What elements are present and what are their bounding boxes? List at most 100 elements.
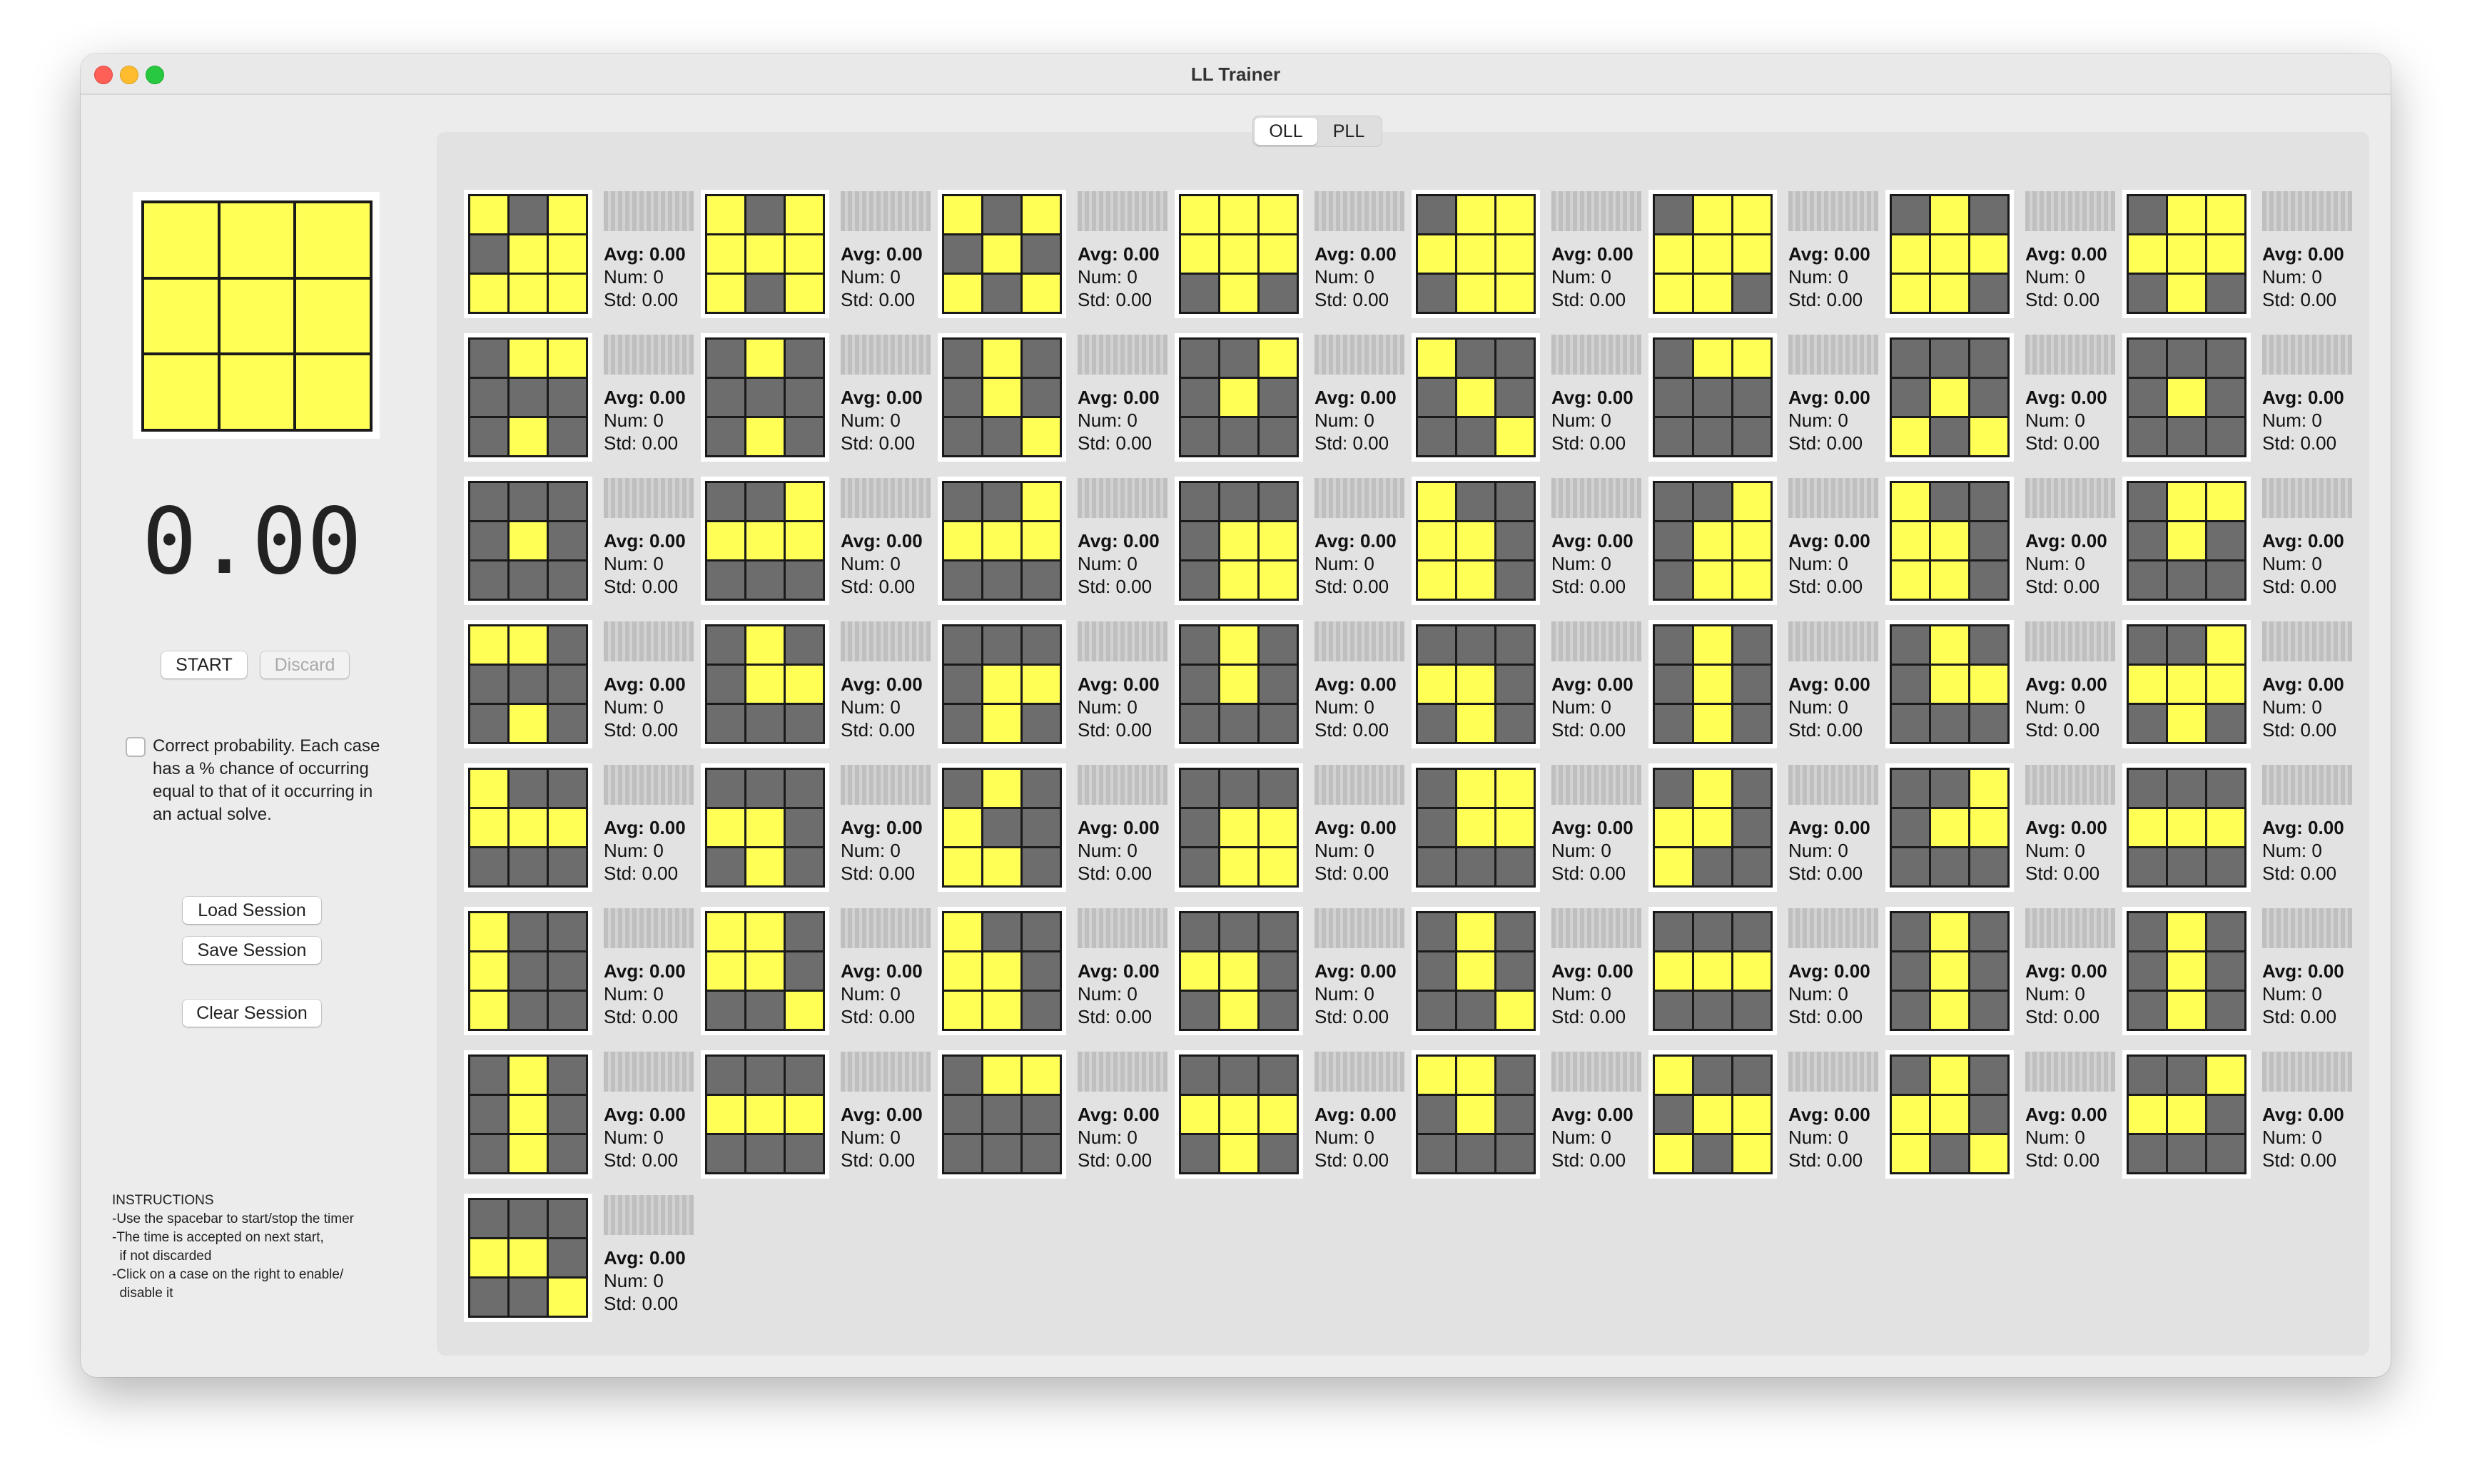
case-pattern[interactable] <box>1412 620 1540 748</box>
case-tile[interactable]: Avg: 0.00 Num: 0 Std: 0.00 <box>1175 1050 1410 1179</box>
case-tile[interactable]: Avg: 0.00 Num: 0 Std: 0.00 <box>1885 763 2121 892</box>
case-pattern[interactable] <box>1412 907 1540 1035</box>
case-tile[interactable]: Avg: 0.00 Num: 0 Std: 0.00 <box>1885 907 2121 1035</box>
case-pattern[interactable] <box>1175 907 1303 1035</box>
case-tile[interactable]: Avg: 0.00 Num: 0 Std: 0.00 <box>1648 1050 1884 1179</box>
case-pattern[interactable] <box>938 477 1066 605</box>
case-tile[interactable]: Avg: 0.00 Num: 0 Std: 0.00 <box>1648 907 1884 1035</box>
correct-probability-checkbox[interactable] <box>126 737 146 757</box>
case-pattern[interactable] <box>1648 763 1777 892</box>
case-pattern[interactable] <box>1648 190 1777 318</box>
case-tile[interactable]: Avg: 0.00 Num: 0 Std: 0.00 <box>2122 907 2358 1035</box>
case-tile[interactable]: Avg: 0.00 Num: 0 Std: 0.00 <box>701 190 936 318</box>
case-pattern[interactable] <box>701 477 829 605</box>
case-tile[interactable]: Avg: 0.00 Num: 0 Std: 0.00 <box>938 190 1173 318</box>
case-pattern[interactable] <box>701 763 829 892</box>
case-pattern[interactable] <box>1885 477 2014 605</box>
start-button[interactable]: START <box>161 651 247 679</box>
case-tile[interactable]: Avg: 0.00 Num: 0 Std: 0.00 <box>701 1050 936 1179</box>
case-tile[interactable]: Avg: 0.00 Num: 0 Std: 0.00 <box>1412 477 1647 605</box>
case-tile[interactable]: Avg: 0.00 Num: 0 Std: 0.00 <box>1885 333 2121 462</box>
case-pattern[interactable] <box>464 333 592 462</box>
case-pattern[interactable] <box>464 907 592 1035</box>
case-tile[interactable]: Avg: 0.00 Num: 0 Std: 0.00 <box>464 333 699 462</box>
case-pattern[interactable] <box>2122 620 2251 748</box>
case-tile[interactable]: Avg: 0.00 Num: 0 Std: 0.00 <box>701 620 936 748</box>
case-pattern[interactable] <box>1412 763 1540 892</box>
case-pattern[interactable] <box>1885 333 2014 462</box>
case-pattern[interactable] <box>1885 620 2014 748</box>
case-tile[interactable]: Avg: 0.00 Num: 0 Std: 0.00 <box>1175 907 1410 1035</box>
case-tile[interactable]: Avg: 0.00 Num: 0 Std: 0.00 <box>2122 1050 2358 1179</box>
case-tile[interactable]: Avg: 0.00 Num: 0 Std: 0.00 <box>938 477 1173 605</box>
case-tile[interactable]: Avg: 0.00 Num: 0 Std: 0.00 <box>1648 620 1884 748</box>
case-pattern[interactable] <box>1648 333 1777 462</box>
case-tile[interactable]: Avg: 0.00 Num: 0 Std: 0.00 <box>938 907 1173 1035</box>
case-tile[interactable]: Avg: 0.00 Num: 0 Std: 0.00 <box>2122 333 2358 462</box>
case-tile[interactable]: Avg: 0.00 Num: 0 Std: 0.00 <box>701 477 936 605</box>
case-tile[interactable]: Avg: 0.00 Num: 0 Std: 0.00 <box>1412 907 1647 1035</box>
case-tile[interactable]: Avg: 0.00 Num: 0 Std: 0.00 <box>701 333 936 462</box>
case-pattern[interactable] <box>1648 620 1777 748</box>
case-pattern[interactable] <box>1885 907 2014 1035</box>
case-pattern[interactable] <box>701 1050 829 1179</box>
case-pattern[interactable] <box>2122 763 2251 892</box>
case-pattern[interactable] <box>464 190 592 318</box>
case-tile[interactable]: Avg: 0.00 Num: 0 Std: 0.00 <box>1412 190 1647 318</box>
case-tile[interactable]: Avg: 0.00 Num: 0 Std: 0.00 <box>1648 763 1884 892</box>
case-tile[interactable]: Avg: 0.00 Num: 0 Std: 0.00 <box>1412 620 1647 748</box>
case-tile[interactable]: Avg: 0.00 Num: 0 Std: 0.00 <box>2122 477 2358 605</box>
case-pattern[interactable] <box>1175 477 1303 605</box>
case-tile[interactable]: Avg: 0.00 Num: 0 Std: 0.00 <box>938 620 1173 748</box>
case-pattern[interactable] <box>938 763 1066 892</box>
case-pattern[interactable] <box>938 1050 1066 1179</box>
case-pattern[interactable] <box>1175 333 1303 462</box>
case-pattern[interactable] <box>701 333 829 462</box>
case-tile[interactable]: Avg: 0.00 Num: 0 Std: 0.00 <box>938 333 1173 462</box>
case-tile[interactable]: Avg: 0.00 Num: 0 Std: 0.00 <box>1648 190 1884 318</box>
case-pattern[interactable] <box>1885 763 2014 892</box>
case-tile[interactable]: Avg: 0.00 Num: 0 Std: 0.00 <box>1885 1050 2121 1179</box>
case-pattern[interactable] <box>938 620 1066 748</box>
case-tile[interactable]: Avg: 0.00 Num: 0 Std: 0.00 <box>1885 620 2121 748</box>
case-pattern[interactable] <box>2122 477 2251 605</box>
case-pattern[interactable] <box>1885 1050 2014 1179</box>
case-pattern[interactable] <box>1412 190 1540 318</box>
case-tile[interactable]: Avg: 0.00 Num: 0 Std: 0.00 <box>1175 763 1410 892</box>
case-pattern[interactable] <box>2122 1050 2251 1179</box>
case-tile[interactable]: Avg: 0.00 Num: 0 Std: 0.00 <box>1412 1050 1647 1179</box>
case-tile[interactable]: Avg: 0.00 Num: 0 Std: 0.00 <box>938 763 1173 892</box>
case-pattern[interactable] <box>701 907 829 1035</box>
case-pattern[interactable] <box>464 620 592 748</box>
case-tile[interactable]: Avg: 0.00 Num: 0 Std: 0.00 <box>464 620 699 748</box>
case-pattern[interactable] <box>701 190 829 318</box>
case-pattern[interactable] <box>2122 190 2251 318</box>
case-tile[interactable]: Avg: 0.00 Num: 0 Std: 0.00 <box>2122 620 2358 748</box>
case-tile[interactable]: Avg: 0.00 Num: 0 Std: 0.00 <box>1885 190 2121 318</box>
tab-pll[interactable]: PLL <box>1317 118 1380 145</box>
case-tile[interactable]: Avg: 0.00 Num: 0 Std: 0.00 <box>1648 333 1884 462</box>
case-tile[interactable]: Avg: 0.00 Num: 0 Std: 0.00 <box>464 907 699 1035</box>
case-tile[interactable]: Avg: 0.00 Num: 0 Std: 0.00 <box>1648 477 1884 605</box>
case-pattern[interactable] <box>464 477 592 605</box>
case-tile[interactable]: Avg: 0.00 Num: 0 Std: 0.00 <box>464 1050 699 1179</box>
case-tile[interactable]: Avg: 0.00 Num: 0 Std: 0.00 <box>464 763 699 892</box>
case-pattern[interactable] <box>1175 1050 1303 1179</box>
case-pattern[interactable] <box>2122 333 2251 462</box>
case-pattern[interactable] <box>1648 1050 1777 1179</box>
case-tile[interactable]: Avg: 0.00 Num: 0 Std: 0.00 <box>1885 477 2121 605</box>
case-pattern[interactable] <box>464 763 592 892</box>
case-tile[interactable]: Avg: 0.00 Num: 0 Std: 0.00 <box>1175 190 1410 318</box>
case-tile[interactable]: Avg: 0.00 Num: 0 Std: 0.00 <box>1175 333 1410 462</box>
case-pattern[interactable] <box>1175 620 1303 748</box>
case-tile[interactable]: Avg: 0.00 Num: 0 Std: 0.00 <box>2122 190 2358 318</box>
case-pattern[interactable] <box>1885 190 2014 318</box>
case-tile[interactable]: Avg: 0.00 Num: 0 Std: 0.00 <box>1175 477 1410 605</box>
case-pattern[interactable] <box>938 190 1066 318</box>
case-pattern[interactable] <box>1412 477 1540 605</box>
case-pattern[interactable] <box>1648 477 1777 605</box>
case-pattern[interactable] <box>464 1194 592 1322</box>
case-pattern[interactable] <box>464 1050 592 1179</box>
load-session-button[interactable]: Load Session <box>183 897 321 924</box>
case-tile[interactable]: Avg: 0.00 Num: 0 Std: 0.00 <box>464 190 699 318</box>
